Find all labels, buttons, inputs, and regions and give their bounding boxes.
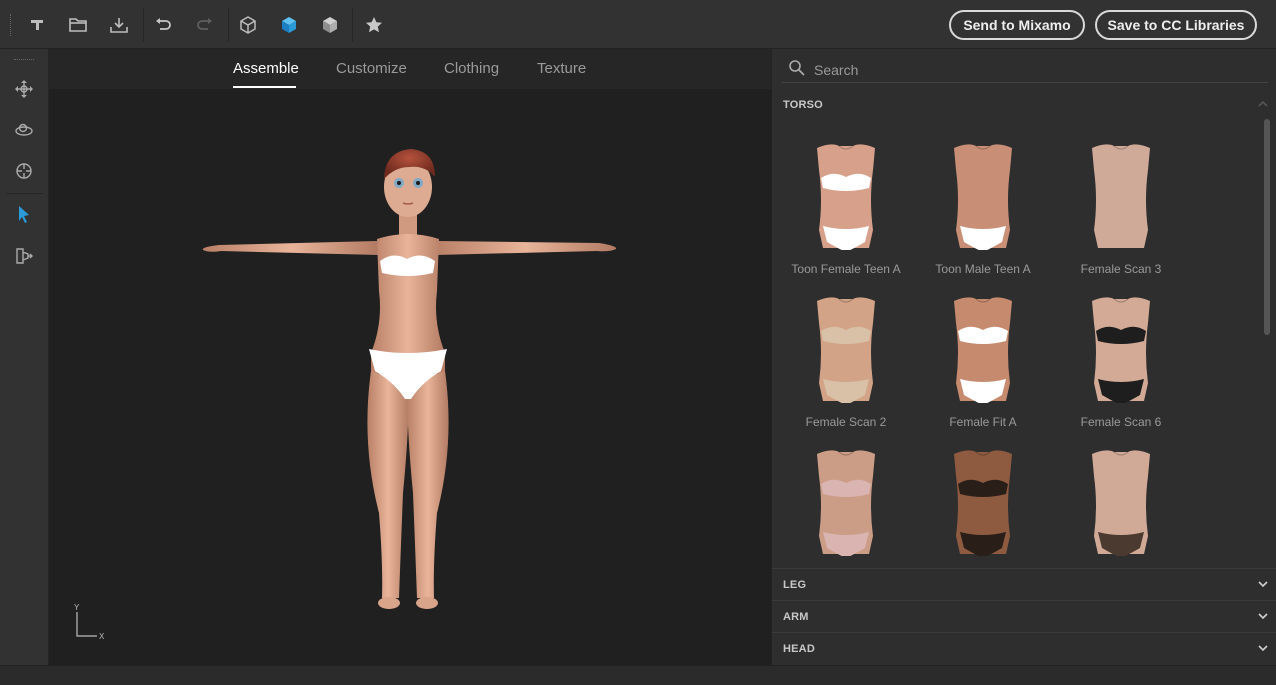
torso-item-card[interactable]: Toon Female Teen A <box>776 140 916 290</box>
search-bar <box>782 57 1268 83</box>
chevron-down-icon <box>1258 645 1268 652</box>
torso-thumbnail <box>1092 144 1150 248</box>
target-tool-icon[interactable] <box>9 156 39 186</box>
torso-item-card[interactable]: Female Scan 4 <box>913 446 1053 569</box>
torso-item-label: Toon Female Teen A <box>791 262 901 276</box>
torso-thumbnail <box>1092 297 1150 403</box>
section-head-header[interactable]: HEAD <box>772 633 1276 665</box>
section-arm-label: ARM <box>783 611 809 623</box>
wireframe-cube-icon[interactable] <box>233 10 263 40</box>
toolbar-divider <box>228 8 229 42</box>
torso-thumbnail <box>954 450 1012 556</box>
toolbar-grip <box>10 14 13 36</box>
torso-thumbnail <box>1092 450 1150 556</box>
axis-y-label: Y <box>74 603 80 612</box>
active-tab-indicator <box>233 86 296 88</box>
chevron-down-icon <box>1258 613 1268 620</box>
section-leg-header[interactable]: LEG <box>772 569 1276 601</box>
torso-item-card[interactable]: Female Scan 2 <box>776 293 916 443</box>
import-icon[interactable] <box>104 10 134 40</box>
toolbar-divider <box>352 8 353 42</box>
select-arrow-icon[interactable] <box>9 199 39 229</box>
status-bar <box>0 665 1276 685</box>
tab-clothing[interactable]: Clothing <box>444 60 499 77</box>
torso-item-card[interactable]: Female Fit A <box>913 293 1053 443</box>
torso-item-label: Toon Male Teen A <box>935 262 1031 276</box>
toolbar-divider <box>143 8 144 42</box>
chevron-up-icon <box>1258 100 1268 107</box>
axis-gizmo: Y X <box>74 603 105 641</box>
frame-view-icon[interactable] <box>9 241 39 271</box>
section-leg-label: LEG <box>783 579 807 591</box>
torso-item-card[interactable]: Female Scan 3 <box>1051 140 1191 290</box>
torso-item-label: Female Scan 2 <box>805 415 887 429</box>
tab-customize[interactable]: Customize <box>336 60 407 77</box>
torso-grid: Toon Female Teen A Toon Male Teen A Fema… <box>772 119 1262 569</box>
torso-item-card[interactable]: Female Scan 6 <box>1051 293 1191 443</box>
new-icon[interactable] <box>22 10 52 40</box>
fuse-app-window: Send to Mixamo Save to CC Libraries Asse… <box>0 0 1276 685</box>
orbit-tool-icon[interactable] <box>9 115 39 145</box>
torso-thumbnail <box>817 297 875 403</box>
torso-item-label: Female Fit A <box>949 415 1017 429</box>
send-to-mixamo-button[interactable]: Send to Mixamo <box>949 10 1085 40</box>
3d-viewport[interactable]: Assemble Customize Clothing Texture Y X <box>49 49 771 665</box>
torso-thumbnail <box>817 144 875 250</box>
mode-tabs: Assemble Customize Clothing Texture <box>49 49 771 89</box>
tool-rail <box>0 49 49 665</box>
open-folder-icon[interactable] <box>63 10 93 40</box>
star-icon[interactable] <box>359 10 389 40</box>
character-model[interactable] <box>199 143 621 613</box>
library-panel: TORSO Toon Female Teen A Toon Male Teen … <box>771 49 1276 665</box>
rail-grip <box>14 59 34 62</box>
torso-thumbnail <box>954 144 1012 250</box>
torso-item-card[interactable]: Toon Male Teen A <box>913 140 1053 290</box>
search-input[interactable] <box>814 59 1254 81</box>
solid-cube-icon[interactable] <box>274 10 304 40</box>
torso-item-label: Female Scan 3 <box>1080 262 1162 276</box>
section-arm-header[interactable]: ARM <box>772 601 1276 633</box>
torso-item-card[interactable]: Male Scan 1 <box>1051 446 1191 569</box>
panel-scrollbar[interactable] <box>1264 119 1270 335</box>
chevron-down-icon <box>1258 581 1268 588</box>
section-head-label: HEAD <box>783 643 815 655</box>
section-torso-header[interactable]: TORSO <box>772 89 1276 121</box>
save-to-cc-libraries-button[interactable]: Save to CC Libraries <box>1095 10 1257 40</box>
axis-x-label: X <box>99 632 105 641</box>
undo-icon[interactable] <box>148 10 178 40</box>
torso-item-card[interactable]: Female Scan 5 <box>776 446 916 569</box>
rail-divider <box>6 193 43 194</box>
search-icon <box>789 60 805 76</box>
torso-thumbnail <box>817 450 875 556</box>
tab-assemble[interactable]: Assemble <box>233 60 299 77</box>
torso-item-label: Female Scan 6 <box>1080 415 1162 429</box>
torso-thumbnail <box>954 297 1012 403</box>
textured-cube-icon[interactable] <box>315 10 345 40</box>
section-torso-label: TORSO <box>783 99 823 111</box>
tab-texture[interactable]: Texture <box>537 60 586 77</box>
redo-icon[interactable] <box>190 10 220 40</box>
top-toolbar: Send to Mixamo Save to CC Libraries <box>0 0 1276 49</box>
move-tool-icon[interactable] <box>9 74 39 104</box>
